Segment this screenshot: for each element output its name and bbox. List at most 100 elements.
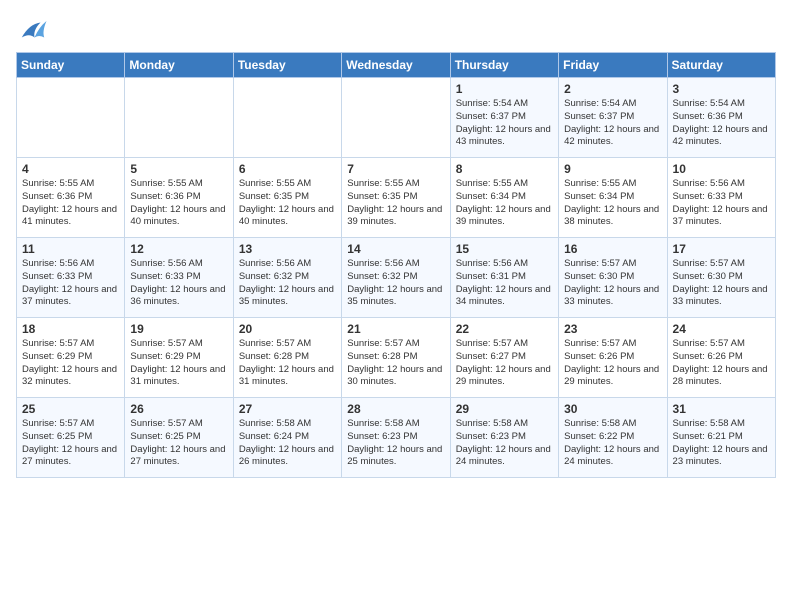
day-info-line: Sunrise: 5:58 AM — [673, 418, 770, 431]
day-number: 20 — [239, 322, 336, 336]
day-info-line: Daylight: 12 hours and 27 minutes. — [22, 444, 119, 470]
day-info-line: Daylight: 12 hours and 24 minutes. — [564, 444, 661, 470]
day-number: 9 — [564, 162, 661, 176]
calendar-day-cell: 29Sunrise: 5:58 AMSunset: 6:23 PMDayligh… — [450, 398, 558, 478]
day-info-line: Daylight: 12 hours and 26 minutes. — [239, 444, 336, 470]
weekday-header-wednesday: Wednesday — [342, 53, 450, 78]
calendar-day-cell: 7Sunrise: 5:55 AMSunset: 6:35 PMDaylight… — [342, 158, 450, 238]
day-info-line: Daylight: 12 hours and 29 minutes. — [564, 364, 661, 390]
day-info-line: Daylight: 12 hours and 31 minutes. — [130, 364, 227, 390]
day-info-line: Daylight: 12 hours and 41 minutes. — [22, 204, 119, 230]
day-info-line: Daylight: 12 hours and 23 minutes. — [673, 444, 770, 470]
day-info-line: Daylight: 12 hours and 31 minutes. — [239, 364, 336, 390]
day-info-line: Daylight: 12 hours and 34 minutes. — [456, 284, 553, 310]
calendar-day-cell: 28Sunrise: 5:58 AMSunset: 6:23 PMDayligh… — [342, 398, 450, 478]
calendar-day-cell: 5Sunrise: 5:55 AMSunset: 6:36 PMDaylight… — [125, 158, 233, 238]
day-number: 1 — [456, 82, 553, 96]
calendar-day-cell: 19Sunrise: 5:57 AMSunset: 6:29 PMDayligh… — [125, 318, 233, 398]
calendar-day-cell: 11Sunrise: 5:56 AMSunset: 6:33 PMDayligh… — [17, 238, 125, 318]
day-number: 22 — [456, 322, 553, 336]
day-number: 19 — [130, 322, 227, 336]
day-number: 24 — [673, 322, 770, 336]
day-info-line: Sunset: 6:24 PM — [239, 431, 336, 444]
day-number: 6 — [239, 162, 336, 176]
day-info-line: Daylight: 12 hours and 24 minutes. — [456, 444, 553, 470]
day-info-line: Sunrise: 5:57 AM — [564, 258, 661, 271]
day-info-line: Sunset: 6:36 PM — [22, 191, 119, 204]
logo-bird-icon — [18, 16, 48, 44]
day-number: 11 — [22, 242, 119, 256]
day-info-line: Sunset: 6:28 PM — [239, 351, 336, 364]
calendar-day-cell: 30Sunrise: 5:58 AMSunset: 6:22 PMDayligh… — [559, 398, 667, 478]
calendar-day-cell: 13Sunrise: 5:56 AMSunset: 6:32 PMDayligh… — [233, 238, 341, 318]
day-info-line: Sunset: 6:32 PM — [239, 271, 336, 284]
calendar-day-cell: 15Sunrise: 5:56 AMSunset: 6:31 PMDayligh… — [450, 238, 558, 318]
day-info-line: Sunset: 6:37 PM — [456, 111, 553, 124]
calendar-day-cell: 4Sunrise: 5:55 AMSunset: 6:36 PMDaylight… — [17, 158, 125, 238]
calendar-day-cell: 23Sunrise: 5:57 AMSunset: 6:26 PMDayligh… — [559, 318, 667, 398]
weekday-header-friday: Friday — [559, 53, 667, 78]
calendar-week-row: 18Sunrise: 5:57 AMSunset: 6:29 PMDayligh… — [17, 318, 776, 398]
day-info-line: Sunrise: 5:57 AM — [22, 338, 119, 351]
calendar-header-row: SundayMondayTuesdayWednesdayThursdayFrid… — [17, 53, 776, 78]
day-info-line: Sunset: 6:35 PM — [239, 191, 336, 204]
calendar-week-row: 25Sunrise: 5:57 AMSunset: 6:25 PMDayligh… — [17, 398, 776, 478]
day-number: 5 — [130, 162, 227, 176]
day-info-line: Daylight: 12 hours and 37 minutes. — [673, 204, 770, 230]
day-number: 17 — [673, 242, 770, 256]
empty-day-cell — [17, 78, 125, 158]
day-info-line: Sunset: 6:26 PM — [673, 351, 770, 364]
day-info-line: Sunrise: 5:54 AM — [564, 98, 661, 111]
day-info-line: Sunset: 6:33 PM — [673, 191, 770, 204]
day-info-line: Daylight: 12 hours and 33 minutes. — [564, 284, 661, 310]
day-info-line: Sunset: 6:30 PM — [564, 271, 661, 284]
calendar-day-cell: 26Sunrise: 5:57 AMSunset: 6:25 PMDayligh… — [125, 398, 233, 478]
empty-day-cell — [342, 78, 450, 158]
day-info-line: Daylight: 12 hours and 28 minutes. — [673, 364, 770, 390]
day-info-line: Sunrise: 5:57 AM — [673, 338, 770, 351]
calendar-day-cell: 10 Sunrise: 5:56 AMSunset: 6:33 PMDayligh… — [667, 158, 775, 238]
day-info-line: Sunset: 6:35 PM — [347, 191, 444, 204]
day-info-line: Sunrise: 5:58 AM — [239, 418, 336, 431]
calendar-day-cell: 3Sunrise: 5:54 AMSunset: 6:36 PMDaylight… — [667, 78, 775, 158]
day-info-line: Sunrise: 5:56 AM — [239, 258, 336, 271]
calendar-week-row: 4Sunrise: 5:55 AMSunset: 6:36 PMDaylight… — [17, 158, 776, 238]
day-info-line: Sunset: 6:26 PM — [564, 351, 661, 364]
day-info-line: Sunrise: 5:57 AM — [347, 338, 444, 351]
day-info-line: Sunrise: 5:56 AM — [347, 258, 444, 271]
calendar-day-cell: 21Sunrise: 5:57 AMSunset: 6:28 PMDayligh… — [342, 318, 450, 398]
day-info-line: Sunrise: 5:55 AM — [239, 178, 336, 191]
day-info-line: Daylight: 12 hours and 25 minutes. — [347, 444, 444, 470]
day-info-line: Sunset: 6:33 PM — [130, 271, 227, 284]
calendar-day-cell: 25Sunrise: 5:57 AMSunset: 6:25 PMDayligh… — [17, 398, 125, 478]
day-info-line: Sunrise: 5:58 AM — [564, 418, 661, 431]
day-info-line: Sunset: 6:34 PM — [564, 191, 661, 204]
day-info-line: Sunset: 6:22 PM — [564, 431, 661, 444]
day-info-line: Sunset: 6:23 PM — [347, 431, 444, 444]
day-number: 10 — [673, 162, 770, 176]
day-info-line: Sunset: 6:28 PM — [347, 351, 444, 364]
day-info-line: Daylight: 12 hours and 42 minutes. — [564, 124, 661, 150]
day-info-line: Sunset: 6:25 PM — [130, 431, 227, 444]
empty-day-cell — [233, 78, 341, 158]
day-info-line: Sunrise: 5:56 AM — [456, 258, 553, 271]
weekday-header-tuesday: Tuesday — [233, 53, 341, 78]
day-info-line: Daylight: 12 hours and 33 minutes. — [673, 284, 770, 310]
day-number: 27 — [239, 402, 336, 416]
day-info-line: Daylight: 12 hours and 39 minutes. — [456, 204, 553, 230]
day-number: 26 — [130, 402, 227, 416]
day-info-line: Sunrise: 5:56 AM — [130, 258, 227, 271]
day-number: 8 — [456, 162, 553, 176]
calendar-table: SundayMondayTuesdayWednesdayThursdayFrid… — [16, 52, 776, 478]
day-number: 14 — [347, 242, 444, 256]
day-info-line: Sunrise: 5:54 AM — [456, 98, 553, 111]
calendar-week-row: 1Sunrise: 5:54 AMSunset: 6:37 PMDaylight… — [17, 78, 776, 158]
day-number: 18 — [22, 322, 119, 336]
day-info-line: Daylight: 12 hours and 35 minutes. — [239, 284, 336, 310]
day-info-line: Sunrise: 5:56 AM — [673, 178, 770, 191]
day-info-line: Sunrise: 5:55 AM — [22, 178, 119, 191]
day-info-line: Sunrise: 5:56 AM — [22, 258, 119, 271]
calendar-day-cell: 1Sunrise: 5:54 AMSunset: 6:37 PMDaylight… — [450, 78, 558, 158]
day-info-line: Sunrise: 5:57 AM — [22, 418, 119, 431]
page-header — [16, 16, 776, 44]
